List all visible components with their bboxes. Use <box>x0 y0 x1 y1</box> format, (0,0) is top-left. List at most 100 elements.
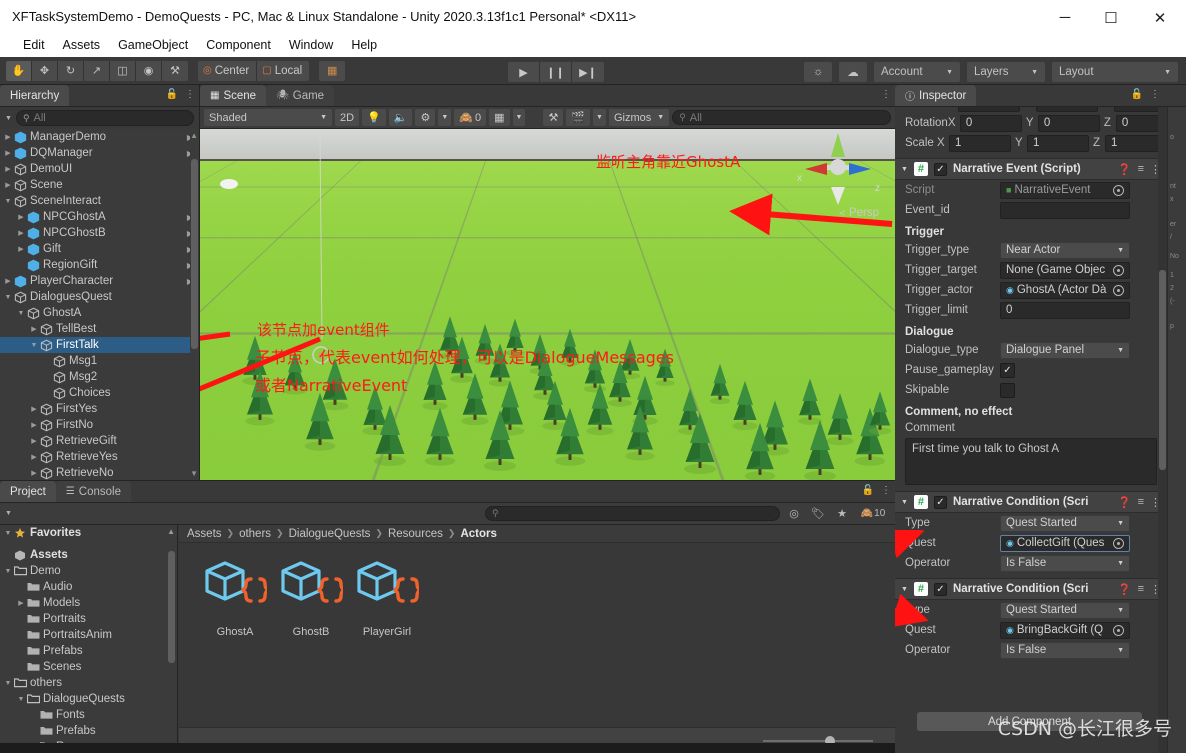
hierarchy-item-ghosta[interactable]: ▼ GhostA <box>0 305 199 321</box>
project-search-input[interactable]: ⚲ <box>485 506 780 521</box>
project-folder-tree[interactable]: ▲ ▼ ▼FavoritesAssets▼DemoAudio▶ModelsPor… <box>0 525 178 753</box>
object-picker-icon[interactable] <box>1113 538 1124 549</box>
foldout-down-icon[interactable]: ▼ <box>2 198 14 205</box>
help-icon[interactable]: ❓ <box>1118 583 1132 596</box>
hierarchy-item-dqmanager[interactable]: ▶DQManager▶ <box>0 145 199 161</box>
foldout-down-icon[interactable]: ▼ <box>2 294 14 301</box>
handle-space-button[interactable]: ▢ Local <box>257 61 309 81</box>
hierarchy-item-gift[interactable]: ▶Gift▶ <box>0 241 199 257</box>
asset-grid[interactable]: GhostA GhostB PlayerGirl <box>179 543 895 728</box>
icon-size-slider[interactable] <box>763 740 873 742</box>
project-tree-item-portraits[interactable]: Portraits <box>0 611 177 627</box>
hierarchy-item-managerdemo[interactable]: ▶ManagerDemo▶ <box>0 129 199 145</box>
condition-1-quest-field[interactable]: ◉ CollectGift (Ques <box>1000 535 1130 552</box>
foldout-down-icon[interactable]: ▼ <box>15 310 27 317</box>
condition-2-type-dropdown[interactable]: Quest Started ▼ <box>1000 602 1130 619</box>
scene-camera-icon[interactable]: 🎬 <box>566 109 590 126</box>
object-picker-icon[interactable] <box>1113 185 1124 196</box>
rotation-y-field[interactable]: 0 <box>1038 115 1100 132</box>
hierarchy-item-firsttalk[interactable]: ▼ FirstTalk <box>0 337 199 353</box>
scene-axis-gizmo[interactable]: x z <box>783 129 893 219</box>
project-tree-item-scenes[interactable]: Scenes <box>0 659 177 675</box>
scene-tools-icon[interactable]: ⚒ <box>543 109 563 126</box>
search-by-label-icon[interactable]: 🏷 <box>808 505 828 522</box>
breadcrumb[interactable]: Assets ❯ others ❯ DialogueQuests ❯ Resources ❯ A… <box>179 525 895 543</box>
project-tree-item-portraitsanim[interactable]: PortraitsAnim <box>0 627 177 643</box>
effects-dropdown-icon[interactable]: ▼ <box>438 109 451 126</box>
narrative-event-enabled-checkbox[interactable]: ✓ <box>934 163 947 176</box>
rotation-x-field[interactable]: 0 <box>960 115 1022 132</box>
foldout-right-icon[interactable]: ▶ <box>28 469 40 477</box>
help-icon[interactable]: ❓ <box>1118 496 1132 509</box>
lock-icon[interactable]: 🔓 <box>1131 89 1143 100</box>
dialogue-type-dropdown[interactable]: Dialogue Panel ▼ <box>1000 342 1130 359</box>
preset-icon[interactable]: ≡ <box>1138 163 1144 175</box>
breadcrumb-item-actors[interactable]: Actors <box>460 528 496 540</box>
step-button[interactable]: ▶❙ <box>572 62 604 82</box>
menu-item-gameobject[interactable]: GameObject <box>109 35 197 55</box>
tab-project[interactable]: Project <box>0 481 56 502</box>
hierarchy-item-regiongift[interactable]: RegionGift▶ <box>0 257 199 273</box>
rect-tool-icon[interactable]: ◫ <box>110 61 136 81</box>
pause-gameplay-checkbox[interactable]: ✓ <box>1000 363 1015 378</box>
object-picker-icon[interactable] <box>1113 285 1124 296</box>
project-tree-item-fonts[interactable]: Fonts <box>0 707 177 723</box>
maximize-icon[interactable]: ☐ <box>1088 0 1134 35</box>
menu-item-window[interactable]: Window <box>280 35 342 55</box>
asset-item[interactable]: GhostB <box>273 557 349 728</box>
skipable-checkbox[interactable] <box>1000 383 1015 398</box>
foldout-right-icon[interactable]: ▶ <box>15 213 27 221</box>
hierarchy-item-npcghosta[interactable]: ▶NPCGhostA▶ <box>0 209 199 225</box>
collab-icon[interactable]: ☼ <box>804 62 832 82</box>
script-field[interactable]: ■ NarrativeEvent <box>1000 182 1130 199</box>
comment-textarea[interactable]: First time you talk to Ghost A <box>905 438 1157 485</box>
transform-tool-icon[interactable]: ◉ <box>136 61 162 81</box>
scroll-up-icon[interactable]: ▲ <box>190 131 198 140</box>
trigger-actor-field[interactable]: ◉ GhostA (Actor Dà <box>1000 282 1130 299</box>
asset-item[interactable]: PlayerGirl <box>349 557 425 728</box>
breadcrumb-item-assets[interactable]: Assets <box>187 528 222 540</box>
cloud-icon[interactable]: ☁ <box>839 62 867 82</box>
effects-icon[interactable]: ⚙ <box>415 109 435 126</box>
persp-label[interactable]: ≺ Persp <box>838 207 879 219</box>
pause-button[interactable]: ❙❙ <box>540 62 572 82</box>
foldout-right-icon[interactable]: ▶ <box>2 277 14 285</box>
project-tree-item-demo[interactable]: ▼ Demo <box>0 563 177 579</box>
condition-1-operator-dropdown[interactable]: Is False ▼ <box>1000 555 1130 572</box>
foldout-right-icon[interactable]: ▶ <box>28 325 40 333</box>
condition-2-quest-field[interactable]: ◉ BringBackGift (Q <box>1000 622 1130 639</box>
hierarchy-item-retrieveno[interactable]: ▶ RetrieveNo <box>0 465 199 480</box>
collapsed-side-panel[interactable]: o nt x er / No 1 2 (- p <box>1167 107 1186 753</box>
project-tree-item-audio[interactable]: Audio <box>0 579 177 595</box>
hierarchy-item-msg2[interactable]: Msg2 <box>0 369 199 385</box>
audio-icon[interactable]: 🔈 <box>389 109 413 126</box>
condition-1-type-dropdown[interactable]: Quest Started ▼ <box>1000 515 1130 532</box>
camera-dropdown-icon[interactable]: ▼ <box>593 109 606 126</box>
scale-tool-icon[interactable]: ↗ <box>84 61 110 81</box>
create-dropdown-icon[interactable]: ▼ <box>5 510 12 517</box>
foldout-right-icon[interactable]: ▶ <box>28 421 40 429</box>
create-dropdown-icon[interactable]: ▼ <box>5 115 12 122</box>
foldout-right-icon[interactable]: ▶ <box>28 405 40 413</box>
trigger-target-field[interactable]: None (Game Objec <box>1000 262 1130 279</box>
grid-snap-icon[interactable]: ▦ <box>319 61 345 81</box>
foldout-right-icon[interactable]: ▶ <box>15 599 27 607</box>
kebab-menu-icon[interactable]: ⋮ <box>881 485 891 496</box>
object-picker-icon[interactable] <box>1113 265 1124 276</box>
scale-y-field[interactable]: 1 <box>1027 135 1089 152</box>
scroll-down-icon[interactable]: ▼ <box>190 469 198 478</box>
tab-hierarchy[interactable]: Hierarchy <box>0 85 69 106</box>
account-dropdown[interactable]: Account ▼ <box>874 62 960 82</box>
trigger-type-dropdown[interactable]: Near Actor ▼ <box>1000 242 1130 259</box>
foldout-right-icon[interactable]: ▶ <box>2 181 14 189</box>
event-id-field[interactable] <box>1000 202 1130 219</box>
hierarchy-item-retrievegift[interactable]: ▶ RetrieveGift <box>0 433 199 449</box>
breadcrumb-item-dialoguequests[interactable]: DialogueQuests <box>289 528 371 540</box>
tab-inspector[interactable]: ⓘ Inspector <box>895 85 976 106</box>
hand-tool-icon[interactable]: ✋ <box>6 61 32 81</box>
hierarchy-search-input[interactable]: ⚲ All <box>16 110 194 126</box>
project-tree-item-prefabs[interactable]: Prefabs <box>0 723 177 739</box>
scene-viewport[interactable]: x z ≺ Persp 监听主角靠近GhostA 该节点加event组件 子节点… <box>200 129 895 480</box>
foldout-right-icon[interactable]: ▶ <box>28 453 40 461</box>
hierarchy-item-tellbest[interactable]: ▶ TellBest <box>0 321 199 337</box>
